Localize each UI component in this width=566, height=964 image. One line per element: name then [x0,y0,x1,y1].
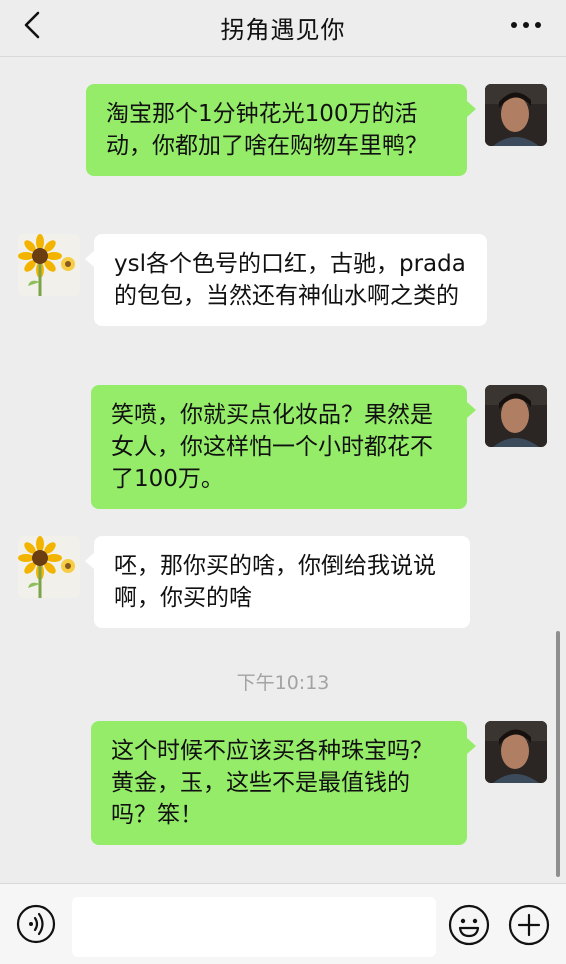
bubble-tail [85,553,94,569]
bubble-tail [467,738,476,754]
portrait-icon [485,385,547,447]
message-bubble[interactable]: ysl各个色号的口红，古驰，prada的包包，当然还有神仙水啊之类的 [94,234,487,326]
my-avatar[interactable] [485,721,547,783]
bubble-tail [85,251,94,267]
bubble-tail [467,101,476,117]
portrait-icon [485,84,547,146]
bubble-tail [467,402,476,418]
message-input[interactable] [72,897,436,957]
contact-avatar[interactable] [18,536,80,598]
portrait-icon [485,721,547,783]
my-avatar[interactable] [485,84,547,146]
sunflower-icon [18,234,80,296]
contact-avatar[interactable] [18,234,80,296]
emoji-icon[interactable] [448,904,490,946]
message-bubble[interactable]: 呸，那你买的啥，你倒给我说说啊，你买的啥 [94,536,470,628]
chat-header: 拐角遇见你 [0,0,566,57]
message-bubble[interactable]: 这个时候不应该买各种珠宝吗？黄金，玉，这些不是最值钱的吗？笨！ [91,721,467,845]
scrollbar[interactable] [556,631,560,877]
chat-title: 拐角遇见你 [220,16,346,44]
message-bubble[interactable]: 笑喷，你就买点化妆品？果然是女人，你这样怕一个小时都花不了100万。 [91,385,467,509]
my-avatar[interactable] [485,385,547,447]
voice-icon[interactable] [16,904,56,944]
message-bubble[interactable]: 淘宝那个1分钟花光100万的活动，你都加了啥在购物车里鸭？ [86,84,467,176]
sunflower-icon [18,536,80,598]
more-dots-icon[interactable] [508,11,544,39]
message-timestamp: 下午10:13 [236,672,330,694]
message-list[interactable]: 淘宝那个1分钟花光100万的活动，你都加了啥在购物车里鸭？ ysl各个色号的口红… [0,57,566,883]
plus-icon[interactable] [508,904,550,946]
input-bar [0,883,566,964]
